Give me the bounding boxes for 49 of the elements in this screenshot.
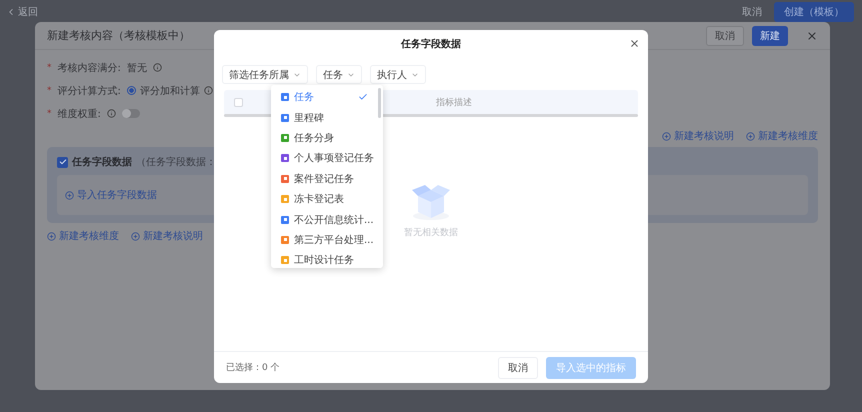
field-label: 维度权重: <box>58 108 101 120</box>
plus-circle-icon <box>47 232 56 240</box>
info-icon <box>152 63 162 72</box>
weight-switch[interactable] <box>122 109 140 118</box>
back-link[interactable]: 返回 <box>6 5 38 19</box>
radio-option[interactable]: 评分加和计算 <box>126 84 213 98</box>
menu-item[interactable]: 案件登记任务 <box>271 168 378 189</box>
plus-circle-icon <box>131 232 140 240</box>
menu-item[interactable]: 里程碑 <box>271 107 378 128</box>
menu-item[interactable]: 冻卡登记表 <box>271 188 378 210</box>
menu-item[interactable]: 第三方平台处理... <box>271 230 378 250</box>
field-value: 暂无 <box>126 62 147 74</box>
cancel-button[interactable]: 取消 <box>498 356 538 378</box>
new-button[interactable]: 新建 <box>752 26 788 46</box>
menu-item[interactable]: 任务分身 <box>271 128 378 148</box>
info-icon <box>106 109 116 118</box>
empty-text: 暂无相关数据 <box>404 226 458 238</box>
create-button[interactable]: 创建（模板） <box>774 2 854 22</box>
close-icon[interactable] <box>806 30 818 42</box>
menu-item[interactable]: 不公开信息统计... <box>271 209 378 230</box>
editor-title: 新建考核内容（考核模板中） <box>47 28 190 43</box>
filter-dropdown[interactable]: 筛选任务所属 <box>222 65 308 84</box>
menu-item[interactable]: 任务 <box>271 87 378 108</box>
cancel-link[interactable]: 取消 <box>742 5 762 19</box>
cancel-button[interactable]: 取消 <box>706 26 744 46</box>
section-checkbox[interactable] <box>57 156 68 168</box>
field-label: 评分计算方式: <box>58 84 121 98</box>
filter-dropdown[interactable]: 执行人 <box>370 65 426 84</box>
radio-icon[interactable] <box>126 86 136 95</box>
close-icon[interactable] <box>629 38 640 49</box>
selected-count: 已选择：0 个 <box>226 362 280 374</box>
menu-item[interactable]: 工时设计任务 <box>271 250 378 268</box>
info-icon <box>204 86 213 95</box>
plus-circle-icon <box>662 132 671 140</box>
required-mark: * <box>47 108 52 118</box>
check-icon <box>358 92 368 102</box>
plus-circle-icon <box>65 190 74 200</box>
field-label: 考核内容满分: <box>58 62 121 74</box>
section-title: 任务字段数据 <box>72 155 132 169</box>
select-all-checkbox[interactable] <box>234 98 243 106</box>
dialog-title: 任务字段数据 <box>401 37 461 51</box>
filter-dropdown[interactable]: 任务 <box>316 65 362 84</box>
section-note: （任务字段数据： <box>136 156 216 169</box>
required-mark: * <box>47 62 52 72</box>
scrollbar[interactable] <box>378 88 381 118</box>
required-mark: * <box>47 86 52 96</box>
plus-circle-icon <box>746 132 755 140</box>
menu-item[interactable]: 个人事项登记任务 <box>271 148 378 169</box>
column-header: 指标描述 <box>436 96 472 108</box>
